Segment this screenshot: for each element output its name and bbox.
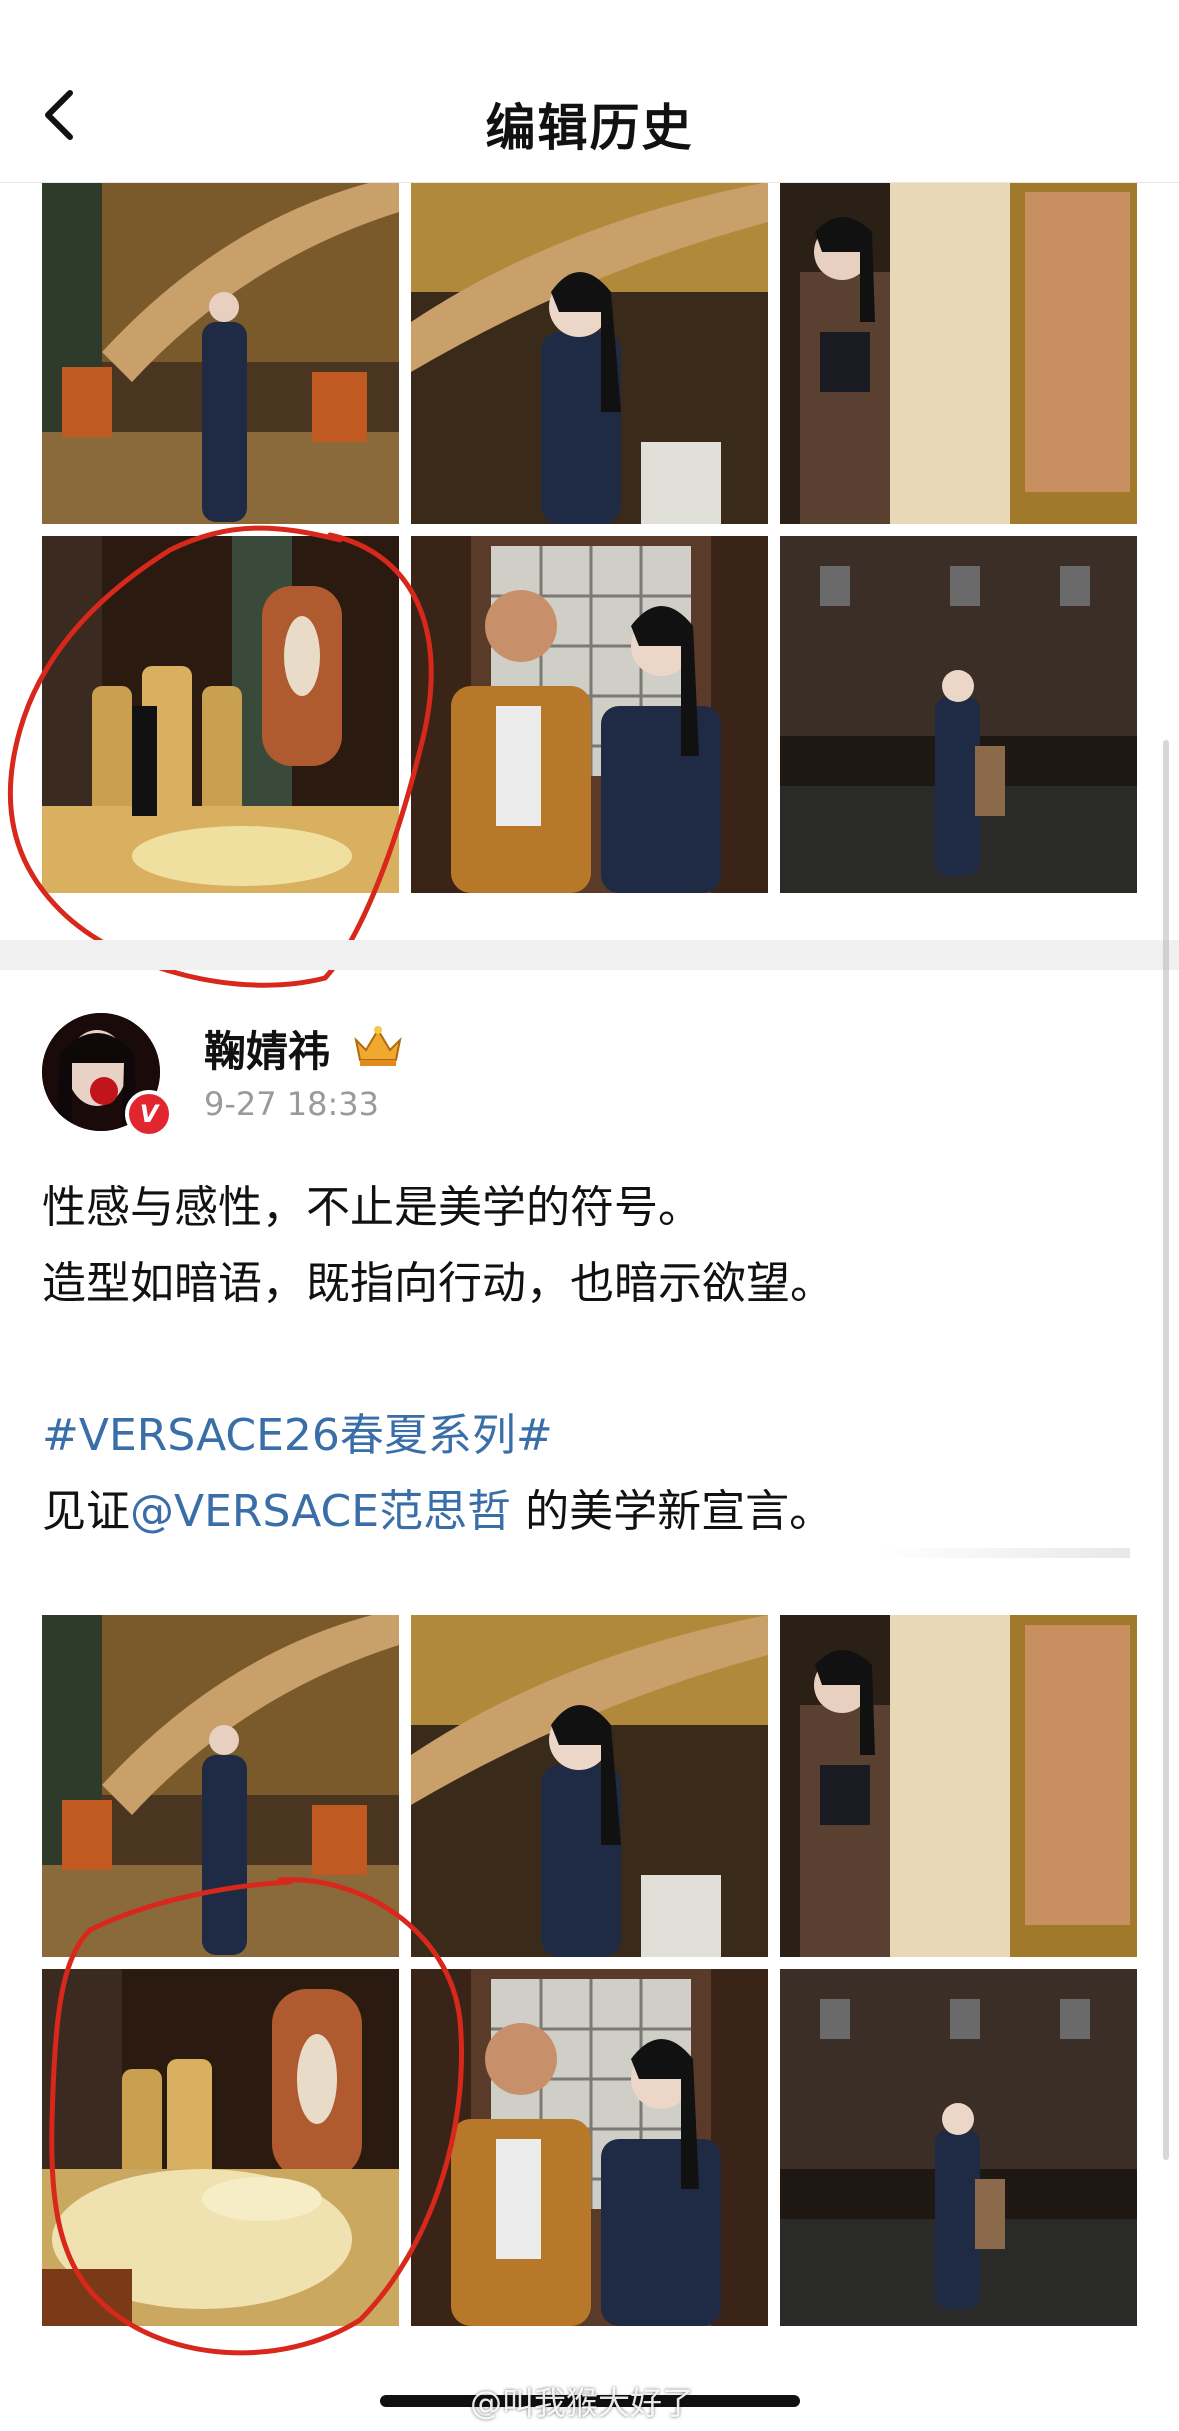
photo-with-man[interactable] <box>411 1969 768 2326</box>
photo-painting-hallway[interactable] <box>780 1615 1137 1957</box>
scrollbar[interactable] <box>1163 740 1169 2160</box>
user-name[interactable]: 鞠婧祎 <box>204 1018 330 1079</box>
photo-staircase-full[interactable] <box>42 182 399 524</box>
divider-fade <box>880 1548 1130 1558</box>
hashtag-link[interactable]: #VERSACE26春夏系列# <box>42 1410 553 1461</box>
photo-courtyard-night[interactable] <box>780 1969 1137 2326</box>
post-line-2: 造型如暗语，既指向行动，也暗示欲望。 <box>42 1258 834 1309</box>
post-line-4-suffix: 的美学新宣言。 <box>511 1486 834 1537</box>
photo-courtyard-night[interactable] <box>780 536 1137 893</box>
post-line-1: 性感与感性，不止是美学的符号。 <box>42 1182 702 1233</box>
photo-staircase-closeup[interactable] <box>411 1615 768 1957</box>
page-title: 编辑历史 <box>485 99 694 157</box>
post-line-4-prefix: 见证 <box>42 1486 130 1537</box>
photo-grid-current <box>42 1615 1138 2326</box>
watermark: @叫我猴大好了 <box>470 2384 695 2422</box>
verified-badge: V <box>125 1090 173 1138</box>
crown-badge-icon <box>354 1026 402 1066</box>
mention-link[interactable]: @VERSACE范思哲 <box>130 1486 511 1537</box>
post-time: 9-27 18:33 <box>204 1085 380 1123</box>
post-body: 性感与感性，不止是美学的符号。 造型如暗语，既指向行动，也暗示欲望。 #VERS… <box>42 1170 1142 1550</box>
post-line-4: 见证@VERSACE范思哲 的美学新宣言。 <box>42 1474 1142 1550</box>
photo-staircase-full[interactable] <box>42 1615 399 1957</box>
photo-painting-hallway[interactable] <box>780 182 1137 524</box>
section-separator <box>0 940 1179 970</box>
top-bar: 编辑历史 <box>0 0 1179 183</box>
photo-bedroom-bed[interactable] <box>42 1969 399 2326</box>
photo-with-man[interactable] <box>411 536 768 893</box>
photo-grid-previous <box>42 182 1138 893</box>
photo-staircase-closeup[interactable] <box>411 182 768 524</box>
photo-mirror-bedroom[interactable] <box>42 536 399 893</box>
